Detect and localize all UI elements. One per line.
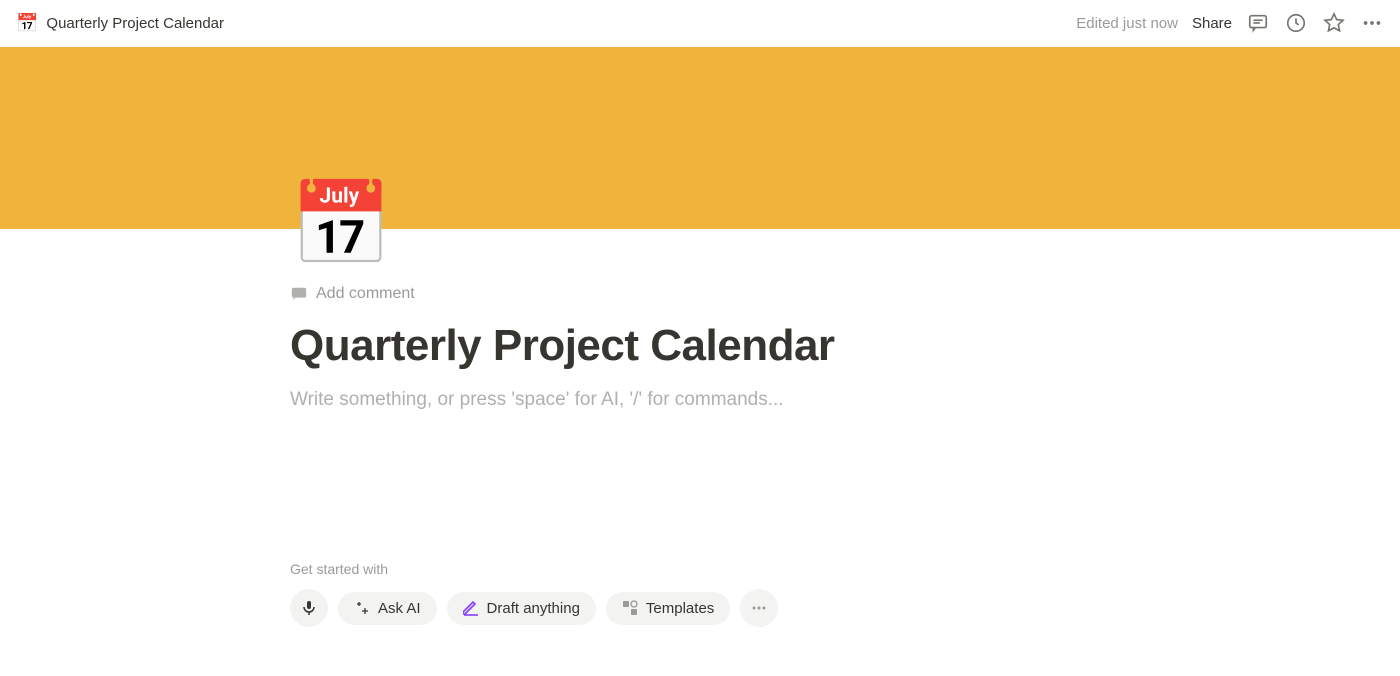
page-title-breadcrumb: Quarterly Project Calendar	[46, 15, 224, 32]
draft-anything-label: Draft anything	[487, 600, 580, 617]
calendar-icon: 📅	[16, 14, 38, 32]
get-started-section: Get started with Ask AI	[290, 561, 1190, 627]
templates-label: Templates	[646, 600, 714, 617]
share-button[interactable]: Share	[1192, 15, 1232, 32]
add-comment-label: Add comment	[316, 285, 415, 303]
get-started-pills: Ask AI Draft anything	[290, 589, 1190, 627]
ellipsis-icon	[751, 600, 767, 616]
ask-ai-button[interactable]: Ask AI	[338, 592, 437, 625]
cover-image[interactable]	[0, 47, 1400, 229]
edited-status: Edited just now	[1076, 15, 1178, 32]
voice-button[interactable]	[290, 589, 328, 627]
topbar: 📅 Quarterly Project Calendar Edited just…	[0, 0, 1400, 47]
page-content: 📅 Add comment Quarterly Project Calendar…	[290, 229, 1190, 627]
get-started-label: Get started with	[290, 561, 1190, 577]
clock-icon[interactable]	[1284, 11, 1308, 35]
draft-anything-button[interactable]: Draft anything	[447, 592, 596, 625]
add-comment-button[interactable]: Add comment	[290, 229, 1190, 303]
topbar-actions: Edited just now Share	[1076, 11, 1384, 35]
more-icon[interactable]	[1360, 11, 1384, 35]
comments-icon[interactable]	[1246, 11, 1270, 35]
comment-icon	[290, 285, 308, 303]
shapes-icon	[622, 600, 638, 616]
microphone-icon	[301, 600, 317, 616]
pencil-icon	[463, 600, 479, 616]
sparkle-icon	[354, 600, 370, 616]
more-options-button[interactable]	[740, 589, 778, 627]
page-title[interactable]: Quarterly Project Calendar	[290, 321, 1190, 371]
star-icon[interactable]	[1322, 11, 1346, 35]
ask-ai-label: Ask AI	[378, 600, 421, 617]
editor-placeholder[interactable]: Write something, or press 'space' for AI…	[290, 389, 1190, 411]
page-icon[interactable]: 📅	[290, 181, 378, 269]
breadcrumb[interactable]: 📅 Quarterly Project Calendar	[16, 14, 224, 32]
templates-button[interactable]: Templates	[606, 592, 730, 625]
